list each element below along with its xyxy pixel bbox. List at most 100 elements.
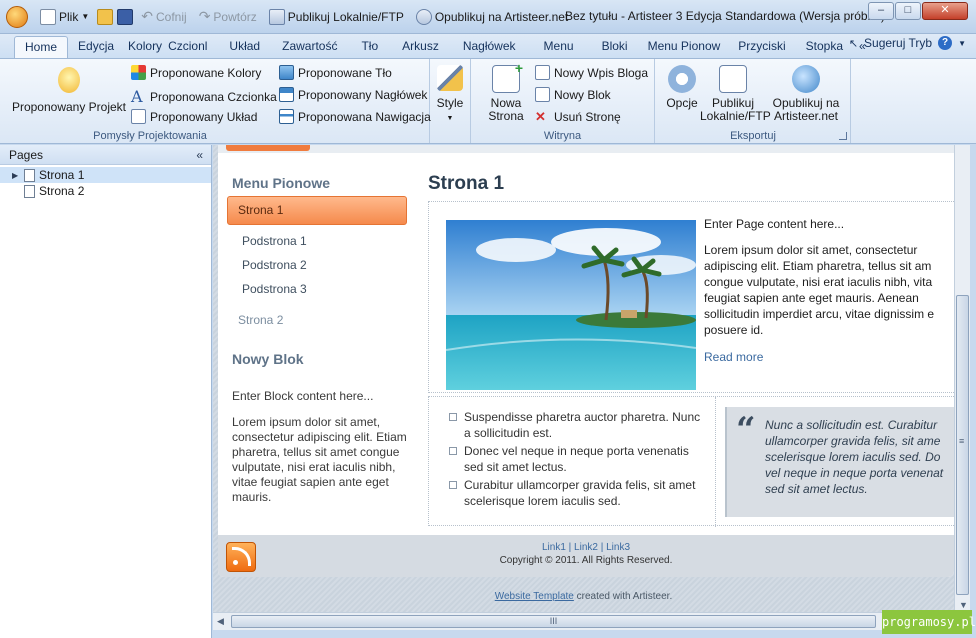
new-page-icon: + — [492, 61, 523, 93]
block-intro: Enter Block content here... — [232, 389, 374, 403]
tab-menu[interactable]: Menu — [528, 36, 590, 58]
publish-local-ribbon-button[interactable]: Publikuj Lokalnie/FTP — [700, 65, 771, 123]
close-button[interactable]: ✕ — [922, 2, 968, 20]
scroll-down-arrow-icon[interactable]: ▼ — [959, 600, 968, 610]
export-group-label: Eksportuj — [730, 130, 776, 142]
website-template-link[interactable]: Website Template — [495, 591, 574, 602]
font-a-icon: A — [131, 87, 143, 106]
tab-edycja[interactable]: Edycja — [68, 36, 124, 58]
post-line: posuere id. — [704, 323, 764, 337]
menu-strip — [218, 145, 954, 153]
horizontal-scrollbar[interactable]: ◀ III — [213, 612, 954, 630]
tab-czcionki[interactable]: Czcionl — [166, 36, 219, 58]
footer-links[interactable]: Link1 | Link2 | Link3 — [218, 542, 954, 553]
quote-line: scelerisque lorem iaculis sed. Do — [765, 450, 941, 464]
post-content-box: Enter Page content here... Lorem ipsum d… — [428, 201, 954, 393]
layout-icon — [131, 109, 146, 124]
post-line: adipiscing elit. Etiam pharetra, tellus … — [704, 259, 932, 273]
post-line: Lorem ipsum dolor sit amet, consectetur — [704, 243, 918, 257]
suggest-header-button[interactable]: Proponowany Nagłówek — [279, 87, 427, 102]
tab-zawartosc[interactable]: Zawartość — [270, 36, 349, 58]
publish-local-button[interactable]: Publikuj Lokalnie/FTP — [265, 6, 408, 28]
horizontal-scroll-thumb[interactable]: III — [231, 615, 876, 628]
active-menu-tab[interactable] — [226, 145, 310, 151]
chevron-down-icon: ▼ — [81, 12, 90, 21]
expand-arrow-icon[interactable]: ▶ — [12, 171, 20, 180]
footer-copyright: Copyright © 2011. All Rights Reserved. — [499, 555, 673, 566]
block-text: Lorem ipsum dolor sit amet, consectetur … — [232, 415, 407, 504]
delete-page-button[interactable]: ✕ Usuń Stronę — [535, 109, 621, 125]
help-icon[interactable]: ? — [938, 36, 953, 50]
scroll-left-arrow-icon[interactable]: ◀ — [217, 616, 224, 627]
tab-uklad[interactable]: Układ — [219, 36, 270, 58]
new-page-button[interactable]: + Nowa Strona — [481, 61, 531, 123]
new-block-button[interactable]: Nowy Blok — [535, 87, 611, 102]
page-tree-item[interactable]: ▶ Strona 1 — [0, 167, 211, 183]
new-document-icon — [40, 8, 56, 25]
two-column-area: Suspendisse pharetra auctor pharetra. Nu… — [428, 396, 954, 527]
suggest-layout-button[interactable]: Proponowany Układ — [131, 109, 257, 124]
dialog-launcher-icon[interactable] — [839, 132, 847, 140]
vertical-scrollbar[interactable]: ≡ ▼ — [954, 145, 970, 612]
suggest-project-button[interactable]: Proponowany Projekt — [10, 67, 128, 114]
redo-button[interactable]: ↷ Powtórz — [195, 6, 261, 28]
minimize-button[interactable]: – — [868, 2, 894, 20]
quote-line: vel neque in neque porta venenat — [765, 466, 944, 480]
page-tree-item[interactable]: Strona 2 — [0, 183, 211, 199]
publish-icon — [268, 8, 285, 25]
vmenu-subitem[interactable]: Podstrona 2 — [242, 258, 307, 272]
tab-stopka[interactable]: Stopka — [796, 36, 853, 58]
bullet-item: Suspendisse pharetra auctor pharetra. Nu… — [449, 409, 709, 441]
background-icon — [279, 65, 294, 80]
tab-home[interactable]: Home — [14, 36, 69, 58]
suggest-font-button[interactable]: A Proponowana Czcionka — [131, 87, 277, 106]
collapse-panel-button[interactable]: « — [196, 145, 203, 165]
maximize-button[interactable]: □ — [895, 2, 921, 20]
site-group-label: Witryna — [543, 130, 582, 142]
tab-menu-pionowe[interactable]: Menu Pionow — [640, 36, 729, 58]
watermark: programosy.pl — [882, 610, 976, 634]
vmenu-subitem[interactable]: Podstrona 3 — [242, 282, 307, 296]
tab-przyciski[interactable]: Przyciski — [728, 36, 795, 58]
page-icon — [24, 184, 35, 198]
chevron-down-icon[interactable]: ▼ — [958, 39, 966, 48]
save-icon[interactable] — [117, 8, 134, 25]
vmenu-item-active[interactable]: Strona 1 — [227, 196, 407, 225]
file-menu-button[interactable]: Plik ▼ — [36, 6, 93, 28]
globe-icon — [792, 65, 820, 93]
publish-artisteer-button[interactable]: Opublikuj na Artisteer.net — [768, 65, 844, 123]
window-title: Bez tytułu - Artisteer 3 Edycja Standard… — [565, 9, 885, 23]
delete-icon: ✕ — [535, 109, 546, 124]
tab-naglowek[interactable]: Nagłówek — [451, 36, 528, 58]
blockquote: “ Nunc a sollicitudin est. Curabitur ull… — [725, 407, 954, 517]
tab-tlo[interactable]: Tło — [349, 36, 390, 58]
tab-arkusz[interactable]: Arkusz — [390, 36, 451, 58]
read-more-link[interactable]: Read more — [704, 350, 763, 364]
globe-icon — [415, 8, 432, 25]
header-icon — [279, 87, 294, 102]
vertical-scroll-thumb[interactable]: ≡ — [956, 295, 969, 595]
tab-bloki[interactable]: Bloki — [590, 36, 640, 58]
site-group: + Nowa Strona Nowy Wpis Bloga Nowy Blok … — [470, 59, 655, 143]
undo-button[interactable]: ↶ Cofnij — [137, 6, 190, 28]
publish-online-button[interactable]: Opublikuj na Artisteer.net — [412, 6, 572, 28]
suggest-navigation-button[interactable]: Proponowana Nawigacja — [279, 109, 431, 124]
vmenu-item[interactable]: Strona 2 — [238, 313, 283, 327]
tab-kolory[interactable]: Kolory — [124, 36, 166, 58]
options-button[interactable]: Opcje — [662, 65, 702, 110]
app-menu-orb[interactable] — [6, 5, 28, 28]
tropical-photo — [446, 220, 696, 390]
post-intro: Enter Page content here... — [704, 217, 845, 231]
open-folder-icon[interactable] — [97, 8, 114, 25]
new-blog-post-button[interactable]: Nowy Wpis Bloga — [535, 65, 648, 80]
suggest-background-button[interactable]: Proponowane Tło — [279, 65, 392, 80]
post-area: Strona 1 Enter Page content here... Lore… — [428, 173, 954, 527]
suggest-mode-button[interactable]: Sugeruj Tryb — [864, 36, 932, 50]
page-icon — [24, 168, 35, 182]
vmenu-subitem[interactable]: Podstrona 1 — [242, 234, 307, 248]
quote-icon: “ — [736, 410, 756, 450]
design-preview[interactable]: Menu Pionowe Strona 1 Podstrona 1 Podstr… — [213, 145, 954, 612]
suggest-colors-button[interactable]: Proponowane Kolory — [131, 65, 261, 80]
template-sheet: Menu Pionowe Strona 1 Podstrona 1 Podstr… — [218, 145, 954, 577]
style-button[interactable]: Style ▼ — [433, 65, 467, 125]
